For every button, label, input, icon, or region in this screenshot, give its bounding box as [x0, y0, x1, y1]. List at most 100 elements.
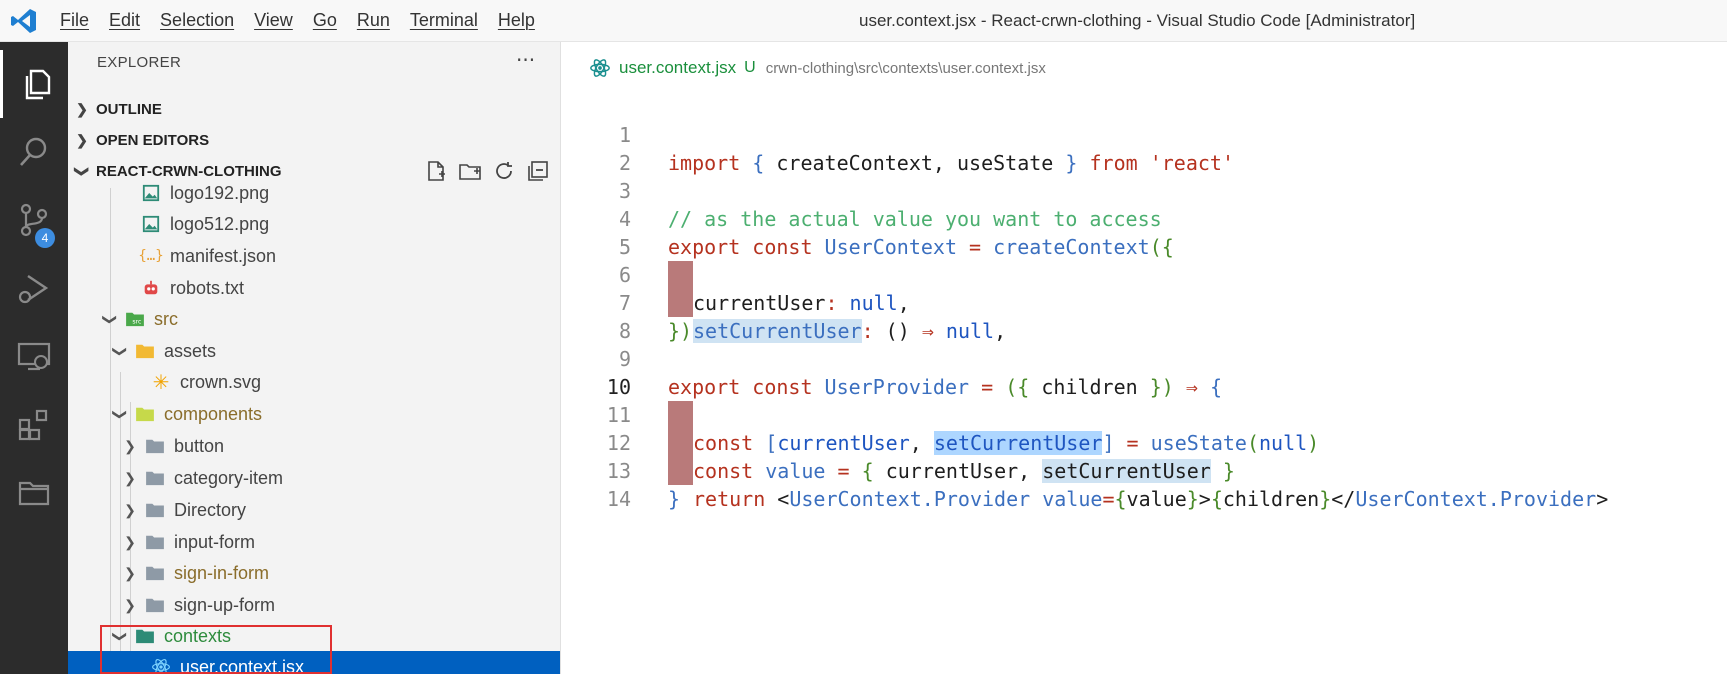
indent-marker [668, 457, 693, 485]
folder-icon [18, 481, 50, 506]
menu-go[interactable]: Go [313, 10, 337, 31]
tree-item-label: Directory [174, 499, 247, 520]
breadcrumb-file[interactable]: user.context.jsx [619, 58, 736, 78]
folder-src-icon: src [124, 308, 146, 330]
chevron-right-icon: ❯ [124, 533, 136, 550]
more-actions-icon[interactable]: ··· [516, 48, 535, 72]
indent-marker [668, 401, 693, 429]
activity-source-control[interactable]: 4 [0, 186, 68, 254]
chevron-right-icon: ❯ [124, 469, 136, 486]
code-line[interactable]: 14 [561, 457, 633, 511]
activity-folder[interactable] [0, 458, 68, 526]
tree-item-directory[interactable]: ❯ Directory [68, 494, 560, 526]
explorer-icon [25, 69, 51, 100]
tree-item-label: crown.svg [180, 371, 262, 392]
json-icon: {…} [138, 248, 164, 264]
tree-item-crown-svg[interactable]: ✳ crown.svg [68, 366, 560, 398]
tree-item-robots[interactable]: robots.txt [68, 272, 560, 304]
tree-item-logo512[interactable]: logo512.png [68, 208, 560, 240]
tree-item-category-item[interactable]: ❯ category-item [68, 462, 560, 494]
chevron-down-icon: ❯ [112, 408, 129, 420]
menu-help[interactable]: Help [498, 10, 535, 31]
menu-view[interactable]: View [254, 10, 293, 31]
explorer-sidebar: EXPLORER ··· ❯ OUTLINE ❯ OPEN EDITORS ❯ … [68, 42, 561, 674]
tree-item-label: input-form [174, 531, 256, 552]
tree-item-label: category-item [174, 467, 284, 488]
code-line-current[interactable]: 10 const [currentUser, setCurrentUser] =… [561, 345, 1319, 455]
tree-item-manifest[interactable]: {…} manifest.json [68, 240, 560, 272]
code-line[interactable]: 12 return <UserContext.Provider value={v… [561, 401, 1608, 511]
svg-icon: ✳ [152, 371, 170, 394]
folder-icon [144, 435, 166, 457]
section-open-editors-label: OPEN EDITORS [96, 131, 210, 149]
code-line[interactable]: 2 [561, 121, 633, 175]
folder-icon [144, 467, 166, 489]
menu-terminal[interactable]: Terminal [410, 10, 478, 31]
vscode-logo-icon [11, 9, 36, 33]
indent-marker [668, 429, 693, 457]
folder-icon [144, 594, 166, 616]
breadcrumb: user.context.jsx U crwn-clothing\src\con… [589, 56, 1046, 80]
tree-item-label: logo512.png [170, 213, 270, 234]
tree-item-label: logo192.png [170, 182, 270, 203]
source-control-badge: 4 [35, 228, 55, 248]
menu-selection[interactable]: Selection [160, 10, 234, 31]
chevron-right-icon: ❯ [124, 596, 136, 613]
menu-run[interactable]: Run [357, 10, 390, 31]
svg-text:src: src [132, 318, 142, 325]
tree-item-components[interactable]: ❯ components [68, 398, 560, 430]
tree-item-sign-in-form[interactable]: ❯ sign-in-form [68, 557, 560, 589]
tree-item-input-form[interactable]: ❯ input-form [68, 526, 560, 558]
code-line[interactable]: 11 const value = { currentUser, setCurre… [561, 373, 1235, 483]
section-outline[interactable]: ❯ OUTLINE [68, 94, 560, 124]
chevron-right-icon: ❯ [76, 131, 88, 148]
code-line[interactable]: 9 export const UserProvider = ({ childre… [561, 317, 1222, 399]
activity-run-debug[interactable] [0, 254, 68, 322]
menu-file[interactable]: File [60, 10, 89, 31]
code-line[interactable]: 8 [561, 289, 633, 343]
activity-explorer[interactable] [0, 50, 71, 118]
tree-item-label: assets [164, 340, 217, 361]
tree-item-src[interactable]: ❯ src src [68, 303, 560, 335]
tree-item-label: manifest.json [170, 245, 277, 266]
search-icon [20, 137, 47, 166]
explorer-title: EXPLORER [97, 54, 182, 71]
tree-item-assets[interactable]: ❯ assets [68, 335, 560, 367]
chevron-right-icon: ❯ [124, 437, 136, 454]
line-number: 14 [606, 487, 631, 511]
image-icon [140, 213, 162, 235]
activity-extensions[interactable] [0, 390, 68, 458]
code-line[interactable]: 6 setCurrentUser: () ⇒ null, [561, 233, 1006, 343]
code-line[interactable]: 1 import { createContext, useState } fro… [561, 93, 1234, 175]
code-line[interactable]: 3 // as the actual value you want to acc… [561, 149, 1162, 231]
tree-item-sign-up-form[interactable]: ❯ sign-up-form [68, 589, 560, 621]
code-line[interactable]: 13 } [561, 429, 680, 511]
indent-marker [668, 261, 693, 289]
tree-item-label: sign-up-form [174, 594, 276, 615]
extensions-icon [18, 409, 48, 441]
section-open-editors[interactable]: ❯ OPEN EDITORS [68, 125, 560, 155]
tree-item-button[interactable]: ❯ button [68, 430, 560, 462]
breadcrumb-git-status: U [744, 59, 756, 76]
image-icon [140, 182, 162, 204]
code-line[interactable]: 7 }) [561, 261, 692, 343]
chevron-down-icon: ❯ [102, 313, 119, 325]
activity-remote-explorer[interactable] [0, 322, 68, 390]
run-debug-icon [18, 275, 49, 304]
indent-marker [668, 289, 693, 317]
editor-pane: user.context.jsx U crwn-clothing\src\con… [561, 42, 1727, 674]
activity-search[interactable] [0, 118, 68, 186]
menu-edit[interactable]: Edit [109, 10, 140, 31]
tree-item-label: components [164, 403, 263, 424]
react-icon [590, 59, 610, 77]
chevron-right-icon: ❯ [124, 564, 136, 581]
folder-icon [144, 562, 166, 584]
code-line[interactable]: 5 currentUser: null, [561, 205, 910, 315]
folder-icon [144, 531, 166, 553]
section-outline-label: OUTLINE [96, 100, 162, 118]
tree-item-label: robots.txt [170, 277, 245, 298]
code-line[interactable]: 4 export const UserContext = createConte… [561, 177, 1174, 259]
folder-icon [144, 499, 166, 521]
annotation-highlight-box [100, 625, 332, 674]
tree-item-logo192[interactable]: logo192.png [68, 177, 560, 209]
